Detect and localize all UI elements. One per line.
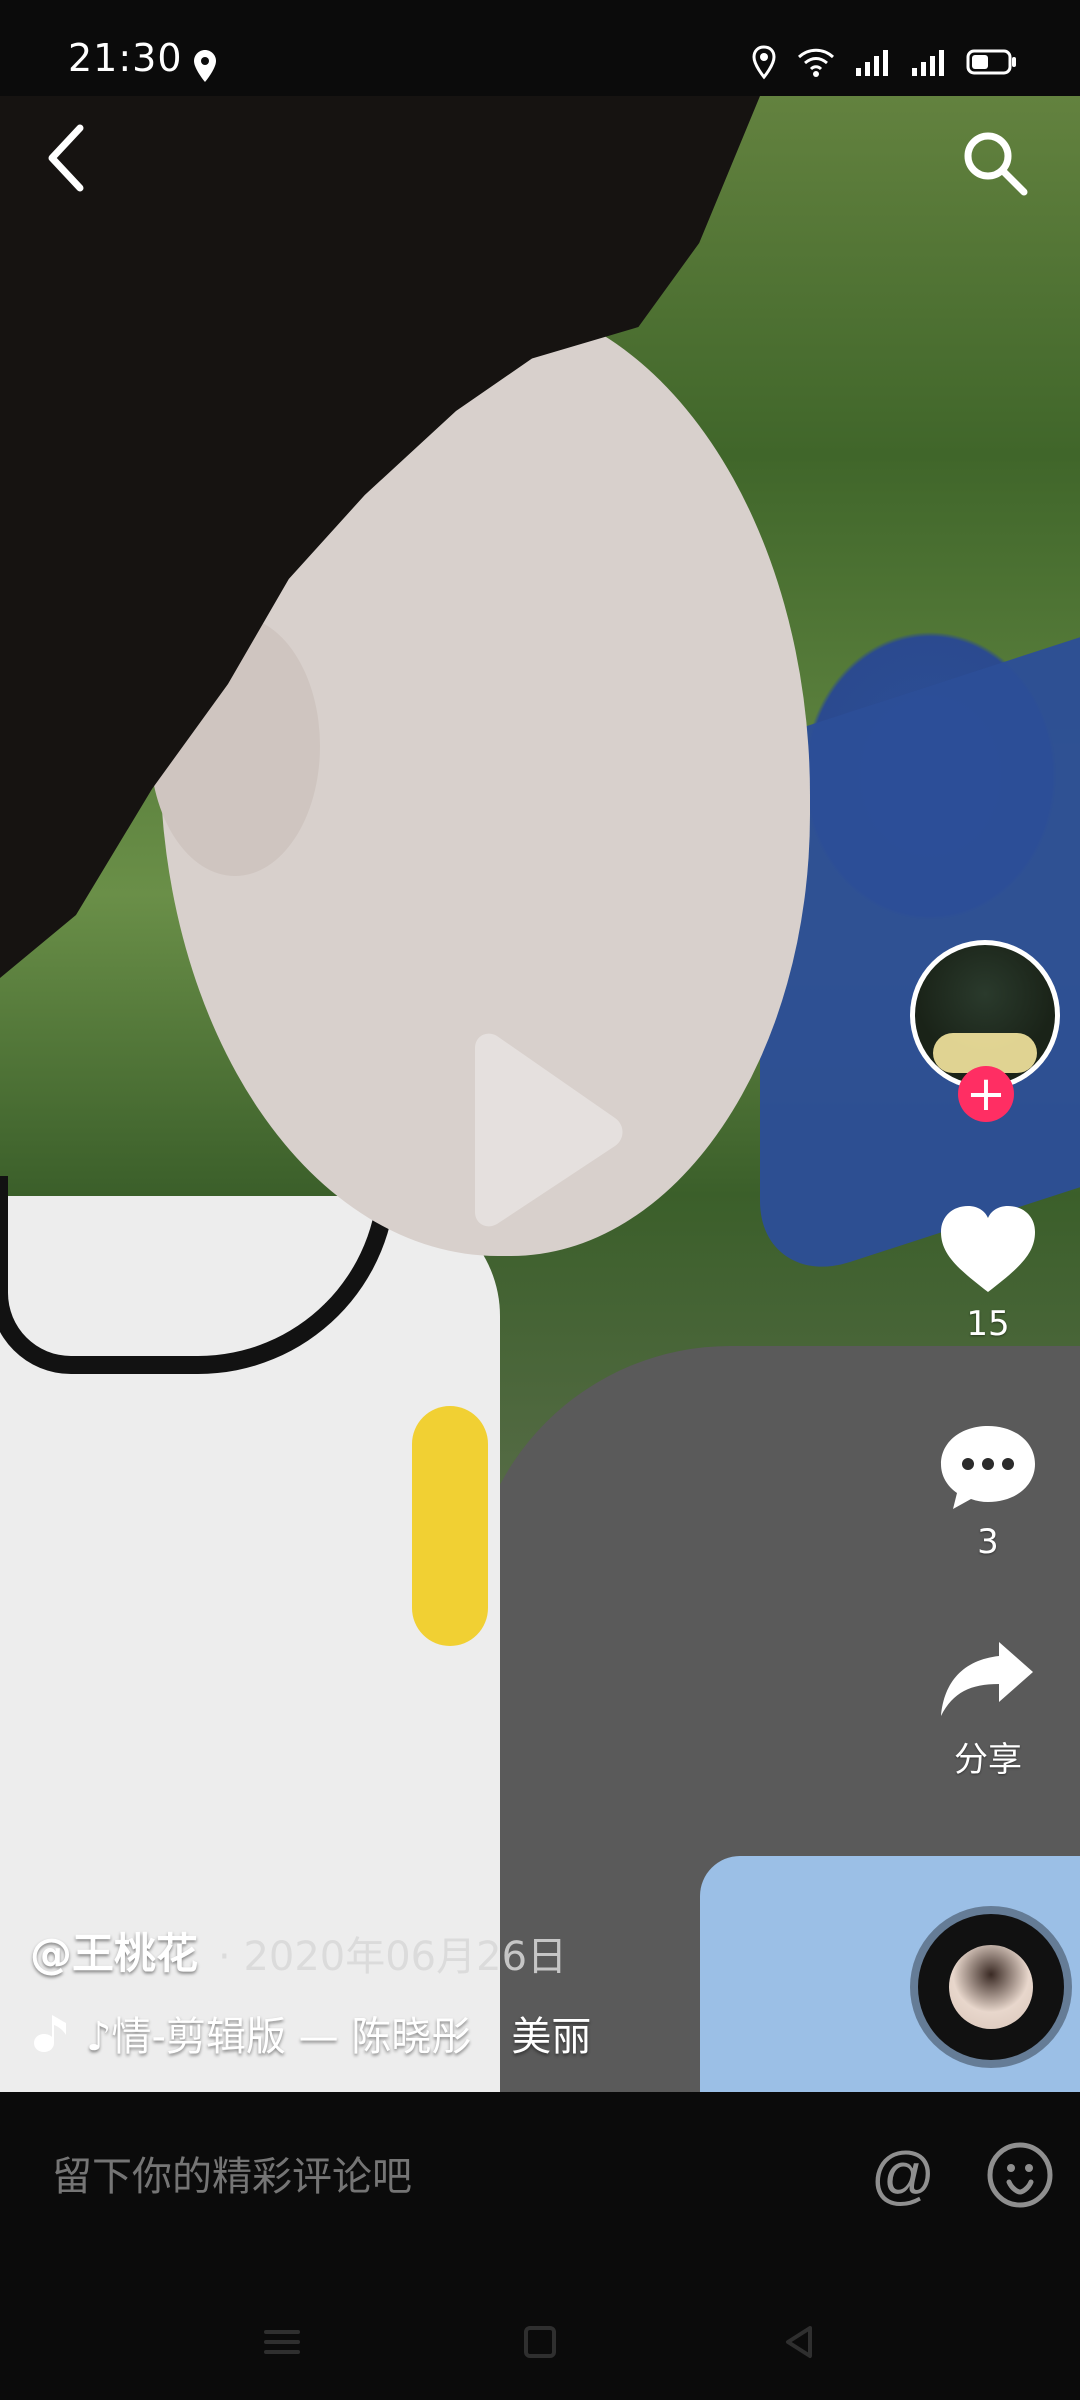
date-text: 2020年06月26日 (243, 1934, 568, 1980)
like-action[interactable]: 15 (912, 1200, 1064, 1344)
home-square-icon[interactable] (510, 2312, 570, 2372)
share-label: 分享 (954, 1740, 1022, 1780)
chevron-left-icon[interactable] (40, 118, 96, 198)
comment-count: 3 (977, 1522, 999, 1562)
share-icon[interactable] (935, 1634, 1041, 1724)
status-time: 21:30 (68, 36, 183, 80)
music-note-icon (34, 2015, 66, 2052)
heart-icon[interactable] (935, 1200, 1041, 1296)
post-date: · 2020年06月26日 (218, 1924, 567, 1982)
share-action[interactable]: 分享 (912, 1634, 1064, 1781)
comment-icon[interactable] (935, 1418, 1041, 1514)
signal-1-icon (856, 50, 888, 76)
signal-2-icon (912, 50, 944, 76)
music-disc[interactable] (918, 1914, 1064, 2060)
wifi-icon (797, 48, 835, 77)
menu-icon[interactable] (252, 2312, 312, 2372)
author-avatar-image (915, 945, 1055, 1085)
status-icons (750, 44, 1018, 80)
comment-action[interactable]: 3 (912, 1418, 1064, 1562)
play-icon[interactable] (455, 1030, 625, 1230)
mention-button[interactable]: @ (868, 2140, 938, 2210)
pikachu-print (412, 1406, 488, 1646)
follow-button[interactable]: + (958, 1066, 1014, 1122)
emoji-button[interactable] (985, 2140, 1055, 2210)
author-name[interactable]: @王桃花 (30, 1920, 198, 1981)
date-separator: · (218, 1934, 231, 1980)
emoji-icon (987, 2142, 1053, 2208)
music-disc-image (949, 1945, 1033, 2029)
location-icon (194, 50, 216, 82)
search-icon[interactable] (960, 128, 1030, 198)
gps-icon (752, 45, 776, 80)
like-count: 15 (966, 1304, 1010, 1344)
battery-icon (966, 49, 1016, 75)
music-info[interactable]: ♪情-剪辑版 — 陈晓彤 美丽 (32, 2004, 591, 2062)
status-bar: 21:30 (0, 0, 1080, 96)
music-title: ♪情-剪辑版 — 陈晓彤 美丽 (86, 2014, 592, 2060)
back-triangle-icon[interactable] (770, 2312, 830, 2372)
comment-input[interactable] (50, 2154, 814, 2201)
